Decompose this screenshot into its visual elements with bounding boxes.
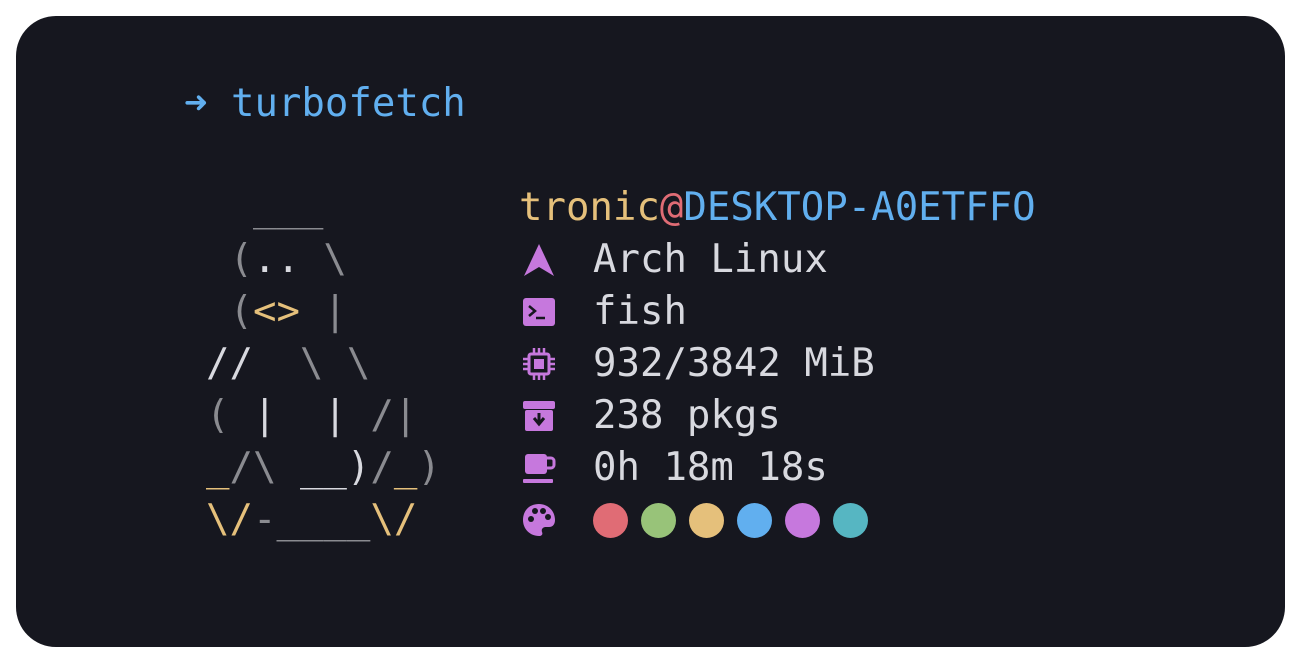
terminal-window: ➜ turbofetch ___ (.. \ (<> | // \ \ ( | … [16, 16, 1285, 647]
archive-box-icon [519, 396, 559, 436]
packages-row: 238 pkgs [519, 390, 1036, 442]
ascii-logo-line: ( | | /| [206, 393, 418, 438]
terminal-icon [519, 292, 559, 332]
prompt-arrow-icon: ➜ [184, 81, 208, 126]
user-host-line: tronic @ DESKTOP-A0ETFFO [519, 182, 1036, 234]
color-swatch-green [641, 502, 676, 538]
username: tronic [519, 185, 660, 230]
ascii-logo-line: ___ [252, 185, 324, 230]
shell-prompt: ➜ turbofetch [184, 78, 466, 130]
ascii-logo-line: (.. \ [206, 237, 347, 282]
color-swatches [593, 502, 881, 538]
memory-value: 932/3842 MiB [593, 341, 875, 386]
arch-linux-icon [519, 240, 559, 280]
uptime-row: 0h 18m 18s [519, 442, 1036, 494]
ascii-logo-line: (<> | [206, 289, 347, 334]
ascii-logo-line: // \ \ [206, 341, 371, 386]
os-row: Arch Linux [519, 234, 1036, 286]
prompt-command: turbofetch [230, 81, 466, 126]
color-swatch-yellow [689, 502, 724, 538]
palette-icon [519, 500, 559, 540]
coffee-cup-icon [519, 448, 559, 488]
packages-value: 238 pkgs [593, 393, 781, 438]
os-value: Arch Linux [593, 237, 828, 282]
ascii-logo: ___ (.. \ (<> | // \ \ ( | | /| _/\ __)/… [206, 182, 441, 546]
ascii-logo-line: \/-____\/ [206, 497, 418, 542]
system-info-panel: tronic @ DESKTOP-A0ETFFO Arch Linux fish 9… [519, 182, 1036, 546]
color-swatch-blue [737, 502, 772, 538]
color-swatch-cyan [833, 502, 868, 538]
shell-value: fish [593, 289, 687, 334]
color-swatch-red [593, 502, 628, 538]
hostname: DESKTOP-A0ETFFO [683, 185, 1036, 230]
uptime-value: 0h 18m 18s [593, 445, 828, 490]
memory-row: 932/3842 MiB [519, 338, 1036, 390]
shell-row: fish [519, 286, 1036, 338]
color-swatch-magenta [785, 502, 820, 538]
chip-icon [519, 344, 559, 384]
at-sign: @ [659, 185, 684, 230]
ascii-logo-line: _/\ __)/_) [206, 445, 441, 490]
colors-row [519, 494, 1036, 546]
